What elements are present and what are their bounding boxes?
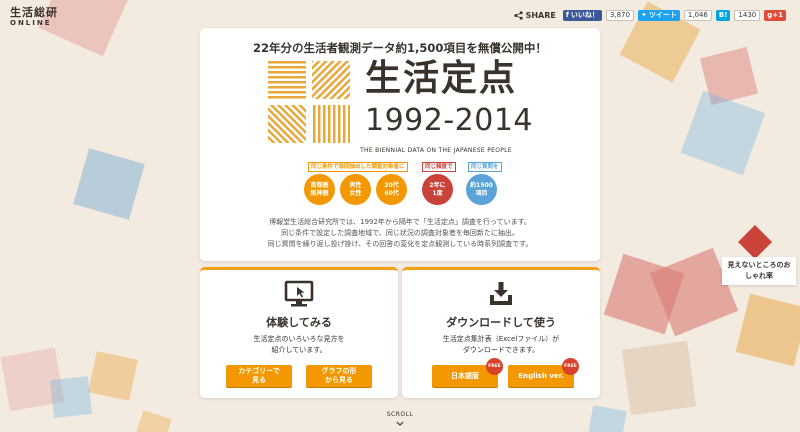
download-title: ダウンロードして使う (446, 316, 556, 329)
stripe-logo-mark (268, 61, 350, 143)
view-by-graph-button[interactable]: グラフの形 から見る (306, 365, 372, 387)
download-tray-icon (490, 282, 512, 305)
download-description: 生活定点集計表（Excelファイル）が ダウンロードできます。 (442, 335, 560, 355)
caption-conditions: 同じ条件で毎回抽出した調査対象者に (308, 162, 408, 173)
decor-square (680, 90, 766, 176)
hero-description: 博報堂生活総合研究所では、1992年から隔年で「生活定点」調査を行っています。 … (267, 218, 533, 248)
download-card: ダウンロードして使う 生活定点集計表（Excelファイル）が ダウンロードできま… (402, 267, 600, 398)
product-years: 1992-2014 (365, 103, 534, 138)
facebook-like-button[interactable]: f いいね！ (562, 10, 602, 21)
share-bar: SHARE f いいね！ 3,870 ✦ ツイート 1,046 B! 1430 … (513, 10, 786, 21)
promo-diamond-icon (738, 225, 772, 259)
badge-items: 約1500 項目 (466, 174, 497, 205)
chevron-down-icon[interactable] (395, 420, 405, 428)
experience-description: 生活定点のいろいろな見方を 紹介しています。 (253, 335, 345, 355)
tweet-button[interactable]: ✦ ツイート (637, 10, 680, 21)
decor-square (88, 351, 138, 401)
tweet-count: 1,046 (683, 10, 712, 21)
share-icon (513, 11, 523, 20)
scroll-label[interactable]: SCROLL (375, 411, 425, 418)
twitter-icon: ✦ (640, 11, 647, 19)
product-title: 生活定点 (365, 58, 518, 99)
decor-square (587, 405, 627, 432)
caption-questions: 同じ質問を (468, 162, 502, 173)
hero-headline: 22年分の生活者観測データ約1,500項目を無償公開中！ (253, 41, 547, 55)
product-subtitle-en: THE BIENNIAL DATA ON THE JAPANESE PEOPLE (360, 147, 512, 154)
caption-frequency: 同じ頻度で (422, 162, 456, 173)
hatena-count: 1430 (734, 10, 761, 21)
hatena-bookmark-button[interactable]: B! (715, 10, 731, 21)
share-label: SHARE (513, 11, 556, 20)
logo-subtitle: ONLINE (10, 19, 52, 27)
facebook-count: 3,870 (605, 10, 634, 21)
hero-card: 22年分の生活者観測データ約1,500項目を無償公開中！ 生活定点 1992-2… (200, 28, 600, 261)
free-badge: FREE (486, 358, 503, 375)
decor-square (73, 148, 145, 220)
badge-gender: 男性 女性 (340, 174, 371, 205)
badge-frequency: 2年に 1度 (422, 174, 453, 205)
badge-age: 20代 60代 (376, 174, 407, 205)
decor-square (134, 410, 172, 432)
decor-square (50, 376, 92, 418)
site-logo[interactable]: 生活総研 ONLINE (10, 7, 58, 27)
monitor-cursor-icon (284, 280, 314, 307)
decor-square (621, 340, 697, 416)
view-by-category-button[interactable]: カテゴリーで 見る (226, 365, 292, 387)
badge-region: 首都圏 阪神圏 (304, 174, 335, 205)
facebook-icon: f (565, 11, 569, 19)
google-plus-button[interactable]: g+1 (764, 10, 786, 21)
experience-title: 体験してみる (266, 316, 332, 329)
decor-square (735, 293, 800, 367)
promo-label: 見えないところのお しゃれ率 (722, 257, 796, 285)
experience-card: 体験してみる 生活定点のいろいろな見方を 紹介しています。 カテゴリーで 見る … (200, 267, 398, 398)
free-badge: FREE (562, 358, 579, 375)
logo-title: 生活総研 (10, 6, 58, 19)
